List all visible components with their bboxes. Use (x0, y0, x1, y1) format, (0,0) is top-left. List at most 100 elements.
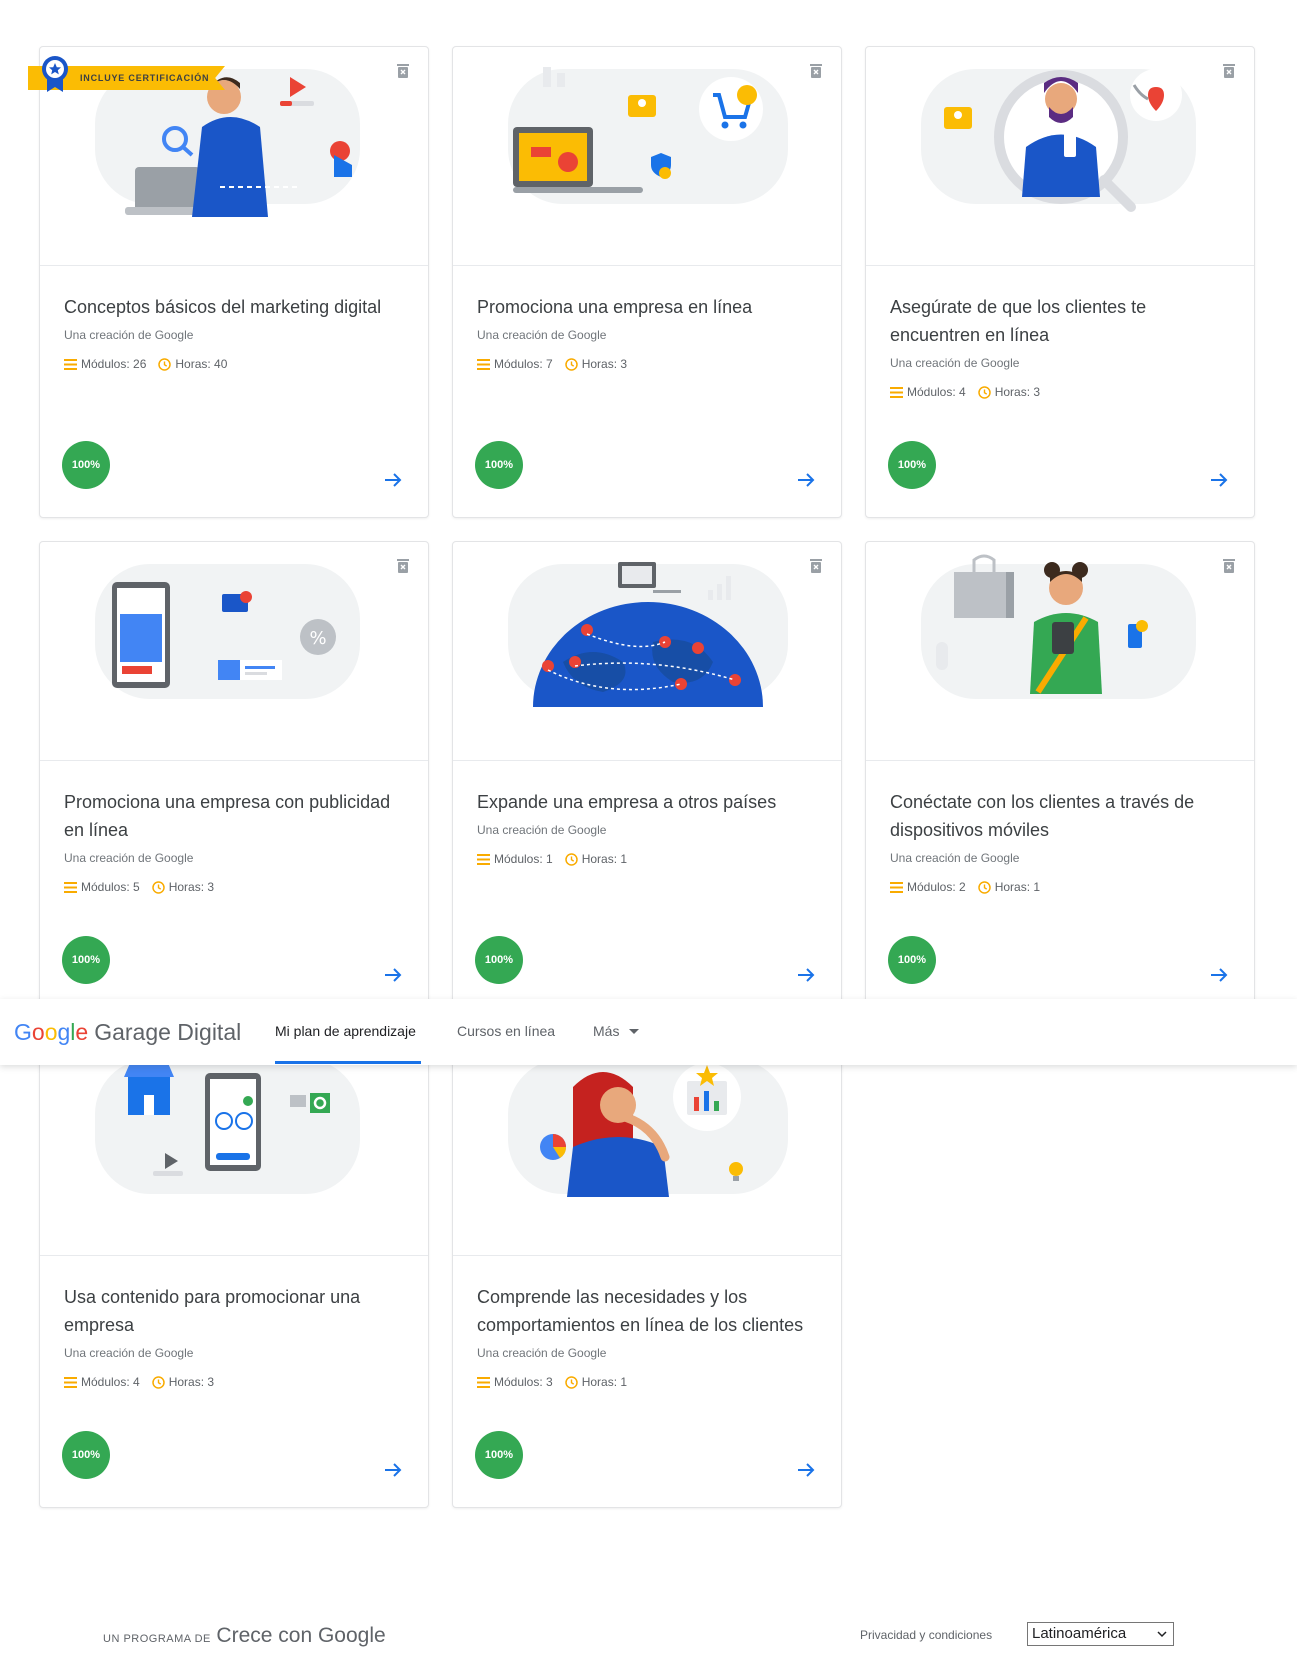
delete-icon[interactable] (1222, 63, 1236, 79)
modules-icon (64, 358, 77, 370)
arrow-right-icon[interactable] (795, 964, 817, 986)
course-illustration (453, 47, 841, 266)
course-title[interactable]: Asegúrate de que los clientes te encuent… (890, 293, 1230, 349)
google-garage-digital-logo[interactable]: Google Garage Digital (14, 1019, 241, 1046)
course-card[interactable]: Comprende las necesidades y los comporta… (452, 1036, 842, 1508)
course-card[interactable]: Usa contenido para promocionar una empre… (39, 1036, 429, 1508)
course-illustration (40, 1037, 428, 1256)
delete-icon[interactable] (396, 63, 410, 79)
progress-badge: 100% (475, 936, 523, 984)
course-title[interactable]: Promociona una empresa con publicidad en… (64, 788, 404, 844)
modules-icon (64, 1376, 77, 1388)
course-illustration (453, 542, 841, 761)
course-hours: Horas: 1 (581, 1375, 628, 1389)
arrow-right-icon[interactable] (1208, 964, 1230, 986)
arrow-right-icon[interactable] (382, 469, 404, 491)
modules-icon (890, 881, 903, 893)
course-card[interactable]: % Promociona una empresa con publicidad … (39, 541, 429, 1013)
region-select[interactable]: Latinoamérica (1027, 1622, 1174, 1646)
course-illustration (866, 542, 1254, 761)
course-modules: Módulos: 5 (81, 880, 140, 894)
tab-learning-plan[interactable]: Mi plan de aprendizaje (275, 1023, 416, 1039)
course-hours: Horas: 3 (168, 880, 215, 894)
course-creator: Una creación de Google (477, 823, 607, 837)
progress-badge: 100% (475, 1431, 523, 1479)
delete-icon[interactable] (809, 558, 823, 574)
course-modules: Módulos: 2 (907, 880, 966, 894)
arrow-right-icon[interactable] (795, 1459, 817, 1481)
top-navigation-bar: Google Garage Digital Mi plan de aprendi… (0, 999, 1297, 1065)
arrow-right-icon[interactable] (1208, 469, 1230, 491)
course-modules: Módulos: 26 (81, 357, 147, 371)
award-medal-icon (42, 56, 68, 92)
delete-icon[interactable] (396, 558, 410, 574)
course-creator: Una creación de Google (64, 1346, 194, 1360)
progress-badge: 100% (475, 441, 523, 489)
course-title[interactable]: Conéctate con los clientes a través de d… (890, 788, 1230, 844)
course-title[interactable]: Conceptos básicos del marketing digital (64, 293, 404, 321)
active-tab-indicator (275, 1061, 421, 1064)
delete-icon[interactable] (1222, 558, 1236, 574)
modules-icon (477, 358, 490, 370)
course-hours: Horas: 3 (168, 1375, 215, 1389)
delete-icon[interactable] (809, 63, 823, 79)
course-title[interactable]: Comprende las necesidades y los comporta… (477, 1283, 817, 1339)
course-card[interactable]: Conceptos básicos del marketing digital … (39, 46, 429, 518)
course-hours: Horas: 1 (581, 852, 628, 866)
progress-badge: 100% (62, 936, 110, 984)
course-creator: Una creación de Google (477, 328, 607, 342)
course-illustration (866, 47, 1254, 266)
course-modules: Módulos: 7 (494, 357, 553, 371)
course-modules: Módulos: 4 (907, 385, 966, 399)
course-modules: Módulos: 4 (81, 1375, 140, 1389)
progress-badge: 100% (888, 441, 936, 489)
course-card[interactable]: Expande una empresa a otros países Una c… (452, 541, 842, 1013)
course-creator: Una creación de Google (64, 851, 194, 865)
clock-icon (158, 357, 172, 371)
clock-icon (564, 852, 578, 866)
course-illustration: % (40, 542, 428, 761)
course-hours: Horas: 3 (994, 385, 1041, 399)
progress-badge: 100% (62, 1431, 110, 1479)
course-title[interactable]: Usa contenido para promocionar una empre… (64, 1283, 404, 1339)
course-illustration (453, 1037, 841, 1256)
modules-icon (64, 881, 77, 893)
logo-letter: o (44, 1019, 58, 1045)
arrow-right-icon[interactable] (795, 469, 817, 491)
clock-icon (564, 357, 578, 371)
caret-down-icon (629, 1029, 640, 1035)
clock-icon (977, 880, 991, 894)
clock-icon (151, 880, 165, 894)
course-creator: Una creación de Google (64, 328, 194, 342)
course-hours: Horas: 40 (175, 357, 228, 371)
grow-with-google-logo[interactable]: Crece con Google (216, 1624, 385, 1647)
progress-badge: 100% (888, 936, 936, 984)
clock-icon (151, 1375, 165, 1389)
course-creator: Una creación de Google (890, 851, 1020, 865)
course-creator: Una creación de Google (890, 356, 1020, 370)
arrow-right-icon[interactable] (382, 1459, 404, 1481)
course-card[interactable]: Promociona una empresa en línea Una crea… (452, 46, 842, 518)
clock-icon (564, 1375, 578, 1389)
logo-product-name: Garage Digital (94, 1019, 242, 1045)
tab-more[interactable]: Más (593, 1023, 640, 1039)
course-title[interactable]: Expande una empresa a otros países (477, 788, 817, 816)
course-title[interactable]: Promociona una empresa en línea (477, 293, 817, 321)
chevron-down-icon (1157, 1631, 1167, 1638)
course-card[interactable]: Asegúrate de que los clientes te encuent… (865, 46, 1255, 518)
tab-online-courses[interactable]: Cursos en línea (457, 1023, 555, 1039)
progress-badge: 100% (62, 441, 110, 489)
course-modules: Módulos: 3 (494, 1375, 553, 1389)
logo-letter: o (31, 1019, 45, 1045)
privacy-terms-link[interactable]: Privacidad y condiciones (860, 1628, 992, 1642)
course-card[interactable]: Conéctate con los clientes a través de d… (865, 541, 1255, 1013)
logo-letter: e (75, 1019, 89, 1045)
program-prefix: UN PROGRAMA DE (103, 1633, 211, 1645)
arrow-right-icon[interactable] (382, 964, 404, 986)
tab-more-label: Más (593, 1023, 620, 1039)
program-attribution: UN PROGRAMA DE Crece con Google (103, 1624, 386, 1648)
region-select-value: Latinoamérica (1032, 1625, 1127, 1642)
modules-icon (477, 1376, 490, 1388)
course-modules: Módulos: 1 (494, 852, 553, 866)
clock-icon (977, 385, 991, 399)
